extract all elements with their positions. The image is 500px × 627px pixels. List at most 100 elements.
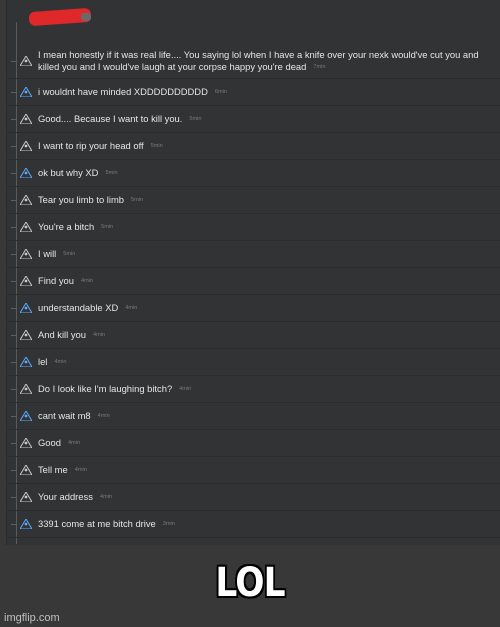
message-text: And kill you 4min (38, 329, 494, 342)
thread-tick (11, 173, 17, 174)
grey-user-icon (20, 195, 32, 205)
message-body: cant wait m8 (38, 409, 91, 421)
message-text: ok but why XD 5min (38, 167, 494, 180)
chat-message: I will 5min (7, 241, 500, 268)
blue-user-icon (20, 303, 32, 313)
message-body: Your address (38, 490, 93, 502)
message-text: Tell me 4min (38, 464, 494, 477)
thread-tick (11, 281, 17, 282)
message-body: 3391 come at me bitch drive (38, 517, 156, 529)
message-text: cant wait m8 4min (38, 410, 494, 423)
message-text: Good.... Because I want to kill you. 5min (38, 113, 494, 126)
message-text: lel 4min (38, 356, 494, 369)
grey-user-icon (20, 492, 32, 502)
message-body: I want to rip your head off (38, 139, 144, 151)
chat-message: Your address 4min (7, 484, 500, 511)
message-timestamp: 4min (92, 332, 106, 339)
message-timestamp: 4min (97, 413, 110, 420)
thread-tick (11, 200, 17, 201)
grey-user-icon (20, 141, 32, 151)
message-body: Good.... Because I want to kill you. (38, 112, 183, 124)
thread-tick (11, 308, 17, 309)
blue-user-icon (20, 357, 32, 367)
grey-user-icon (20, 56, 32, 66)
message-timestamp: 7min (313, 64, 326, 71)
chat-thread: I mean honestly if it was real life.... … (6, 0, 500, 545)
thread-tick (11, 119, 17, 120)
message-timestamp: 3min (162, 521, 175, 528)
message-timestamp: 5min (105, 170, 118, 177)
message-timestamp: 4min (74, 467, 87, 474)
message-timestamp: 5min (130, 197, 144, 204)
thread-tick (11, 92, 17, 93)
message-text: I will 5min (38, 248, 494, 261)
chat-message: Good 4min (7, 430, 500, 457)
message-text: Tear you limb to limb 5min (38, 194, 494, 207)
message-timestamp: 4min (125, 305, 138, 312)
message-text: Find you 4min (38, 275, 494, 288)
grey-user-icon (20, 330, 32, 340)
chat-message: And kill you 4min (7, 322, 500, 349)
message-body: Find you (38, 274, 74, 286)
thread-tick (11, 416, 17, 417)
blue-user-icon (20, 168, 32, 178)
grey-user-icon (20, 222, 32, 232)
message-timestamp: 4min (99, 494, 113, 501)
message-timestamp: 4min (80, 278, 94, 285)
chat-message: Tell me 4min (7, 457, 500, 484)
censor-scribble-tip (81, 13, 91, 21)
grey-user-icon (20, 465, 32, 475)
imgflip-watermark: imgflip.com (4, 612, 60, 624)
message-body: Tear you limb to limb (38, 193, 124, 205)
message-body: You're a bitch (38, 220, 95, 232)
message-timestamp: 5min (63, 251, 76, 258)
message-timestamp: 6min (214, 89, 227, 96)
message-text: Your address 4min (38, 491, 494, 504)
chat-message: understandable XD 4min (7, 295, 500, 322)
chat-message: lel 4min (7, 349, 500, 376)
message-body: Good (38, 436, 61, 448)
message-timestamp: 4min (67, 440, 81, 447)
chat-message: ok but why XD 5min (7, 160, 500, 187)
message-timestamp: 5min (150, 143, 163, 150)
grey-user-icon (20, 438, 32, 448)
thread-tick (11, 443, 17, 444)
grey-user-icon (20, 114, 32, 124)
thread-tick (11, 146, 17, 147)
chat-message: 3391 come at me bitch drive 3min (7, 511, 500, 538)
blue-user-icon (20, 519, 32, 529)
thread-tick (11, 470, 17, 471)
message-timestamp: 4min (179, 386, 192, 393)
message-body: understandable XD (38, 301, 119, 313)
chat-message: cant wait m8 4min (7, 403, 500, 430)
message-body: I will (38, 247, 57, 259)
thread-tick (11, 254, 17, 255)
message-timestamp: 4min (54, 359, 67, 366)
chat-message: Find you 4min (7, 268, 500, 295)
chat-message: i wouldnt have minded XDDDDDDDDDD 6min (7, 79, 500, 106)
blue-user-icon (20, 87, 32, 97)
message-body: Do I look like I'm laughing bitch? (38, 382, 173, 394)
message-body: And kill you (38, 328, 86, 340)
message-timestamp: 5min (101, 224, 114, 231)
message-body: i wouldnt have minded XDDDDDDDDDD (38, 85, 208, 97)
message-text: 3391 come at me bitch drive 3min (38, 518, 494, 531)
message-text: understandable XD 4min (38, 302, 494, 315)
message-body: Tell me (38, 463, 68, 475)
message-body: ok but why XD (38, 166, 99, 178)
meme-caption: LOL (215, 560, 285, 606)
grey-user-icon (20, 249, 32, 259)
message-text: Do I look like I'm laughing bitch? 4min (38, 383, 494, 396)
chat-message: I want to rip your head off 5min (7, 133, 500, 160)
thread-tick (11, 497, 17, 498)
grey-user-icon (20, 384, 32, 394)
meme-frame: I mean honestly if it was real life.... … (0, 0, 500, 627)
message-body: lel (38, 355, 48, 367)
chat-message: Tear you limb to limb 5min (7, 187, 500, 214)
chat-message: Do I look like I'm laughing bitch? 4min (7, 376, 500, 403)
chat-message: I mean honestly if it was real life.... … (7, 44, 500, 79)
message-text: You're a bitch 5min (38, 221, 494, 234)
message-text: Good 4min (38, 437, 494, 450)
chat-message: Good.... Because I want to kill you. 5min (7, 106, 500, 133)
message-timestamp: 5min (189, 116, 202, 123)
